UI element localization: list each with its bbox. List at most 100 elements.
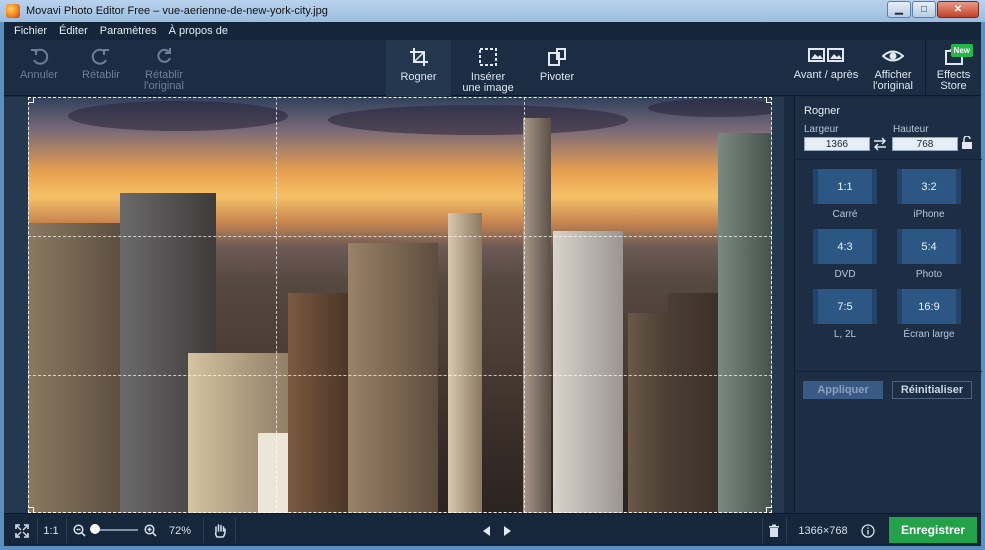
delete-button[interactable] <box>766 514 782 547</box>
panel-separator <box>795 159 982 160</box>
apply-button[interactable]: Appliquer <box>803 381 883 399</box>
image-dimensions: 1366×768 <box>798 524 848 537</box>
trash-icon <box>769 524 779 537</box>
effects-store-label: Effects Store <box>936 69 971 92</box>
before-after-icon <box>808 48 844 62</box>
statusbar-separator <box>786 518 787 543</box>
ratio-name-l-2l: L, 2L <box>833 329 857 340</box>
menubar: Fichier Éditer Paramètres À propos de <box>4 22 981 40</box>
menu-a-propos[interactable]: À propos de <box>169 25 228 37</box>
eye-icon <box>882 50 904 62</box>
revert-original-label: Rétablir l'original <box>143 69 184 92</box>
statusbar-separator <box>66 518 67 543</box>
window-titlebar: Movavi Photo Editor Free – vue-aerienne-… <box>0 0 985 22</box>
statusbar-separator <box>235 518 236 543</box>
menu-editer[interactable]: Éditer <box>59 25 88 37</box>
ratio-button-7-5[interactable]: 7:5 <box>813 289 877 324</box>
width-label: Largeur <box>804 124 839 135</box>
effects-store-button[interactable]: Effects Store New <box>926 40 981 96</box>
crop-handle-top-right[interactable] <box>766 97 772 103</box>
actual-size-button[interactable]: 1:1 <box>40 514 62 547</box>
crop-panel: Rogner Largeur Hauteur 1366 768 1:1 Carr… <box>794 97 982 513</box>
crop-grid-line <box>28 375 772 376</box>
zoom-slider-knob[interactable] <box>90 524 101 534</box>
new-badge: New <box>950 44 973 57</box>
maximize-button[interactable]: □ <box>912 1 936 18</box>
window-controls: ▁ □ ✕ <box>886 1 979 18</box>
crop-grid-line <box>276 97 277 513</box>
undo-label: Annuler <box>20 69 58 81</box>
crop-grid-line <box>524 97 525 513</box>
canvas-area <box>4 97 794 513</box>
zoom-in-icon <box>143 524 157 537</box>
show-original-label: Afficher l'original <box>872 69 913 92</box>
insert-frame-icon <box>479 48 497 66</box>
lock-icon[interactable] <box>961 136 973 150</box>
app-window: Fichier Éditer Paramètres À propos de An… <box>4 22 982 546</box>
save-button[interactable]: Enregistrer <box>889 517 977 543</box>
rotate-label: Pivoter <box>539 71 575 83</box>
zoom-out-icon <box>72 524 86 537</box>
zoom-level: 72% <box>168 524 192 537</box>
close-button[interactable]: ✕ <box>937 1 979 18</box>
ratio-button-4-3[interactable]: 4:3 <box>813 229 877 264</box>
width-input[interactable]: 1366 <box>804 137 870 151</box>
height-input[interactable]: 768 <box>892 137 958 151</box>
statusbar-separator <box>762 518 763 543</box>
minimize-button[interactable]: ▁ <box>887 1 911 18</box>
pan-tool-button[interactable] <box>208 514 232 547</box>
zoom-out-button[interactable] <box>70 514 88 547</box>
reset-button[interactable]: Réinitialiser <box>892 381 972 399</box>
swap-icon[interactable] <box>873 137 887 151</box>
previous-image-button[interactable] <box>478 514 494 547</box>
ratio-name-photo: Photo <box>915 269 943 280</box>
movavi-app-icon <box>6 4 20 18</box>
rotate-button[interactable]: Pivoter <box>525 40 589 96</box>
ratio-button-5-4[interactable]: 5:4 <box>897 229 961 264</box>
before-after-button[interactable]: Avant / après <box>790 40 862 96</box>
window-title: Movavi Photo Editor Free – vue-aerienne-… <box>26 5 328 17</box>
ratio-name-ecran-large: Écran large <box>903 329 955 340</box>
crop-frame[interactable] <box>28 97 772 513</box>
redo-button[interactable]: Rétablir <box>72 40 130 96</box>
ratio-button-1-1[interactable]: 1:1 <box>813 169 877 204</box>
ratio-name-carre: Carré <box>832 209 858 220</box>
info-button[interactable] <box>859 514 877 547</box>
menu-fichier[interactable]: Fichier <box>14 25 47 37</box>
canvas-scrollbar[interactable] <box>784 97 794 513</box>
height-label: Hauteur <box>893 124 929 135</box>
expand-icon <box>15 523 29 538</box>
statusbar: 1:1 72% 1366×768 Enregistrer <box>4 513 981 546</box>
next-image-button[interactable] <box>500 514 516 547</box>
ratio-name-dvd: DVD <box>834 269 856 280</box>
crop-grid-line <box>28 236 772 237</box>
crop-icon <box>409 48 428 66</box>
hand-icon <box>214 523 226 538</box>
info-icon <box>861 523 875 538</box>
ratio-name-iphone: iPhone <box>913 209 945 220</box>
insert-image-button[interactable]: Insérer une image <box>455 40 521 96</box>
redo-label: Rétablir <box>82 69 120 81</box>
undo-icon <box>31 48 49 65</box>
revert-original-button[interactable]: Rétablir l'original <box>134 40 194 96</box>
fit-to-window-button[interactable] <box>10 514 34 547</box>
panel-separator <box>795 371 982 372</box>
zoom-in-button[interactable] <box>141 514 159 547</box>
photo-new-york-aerial <box>28 97 772 513</box>
insert-image-label: Insérer une image <box>462 71 514 94</box>
show-original-button[interactable]: Afficher l'original <box>866 40 920 96</box>
ratio-button-3-2[interactable]: 3:2 <box>897 169 961 204</box>
statusbar-separator <box>203 518 204 543</box>
menu-parametres[interactable]: Paramètres <box>100 25 157 37</box>
prev-arrow-icon <box>483 525 490 536</box>
panel-title: Rogner <box>804 105 841 117</box>
crop-tool-label: Rogner <box>400 71 437 83</box>
statusbar-separator <box>37 518 38 543</box>
crop-tool-button[interactable]: Rogner <box>386 40 451 96</box>
undo-button[interactable]: Annuler <box>10 40 68 96</box>
rotate-icon <box>548 48 566 66</box>
ratio-button-16-9[interactable]: 16:9 <box>897 289 961 324</box>
crop-handle-top-left[interactable] <box>28 97 34 103</box>
next-arrow-icon <box>504 525 511 536</box>
refresh-icon <box>157 48 171 63</box>
